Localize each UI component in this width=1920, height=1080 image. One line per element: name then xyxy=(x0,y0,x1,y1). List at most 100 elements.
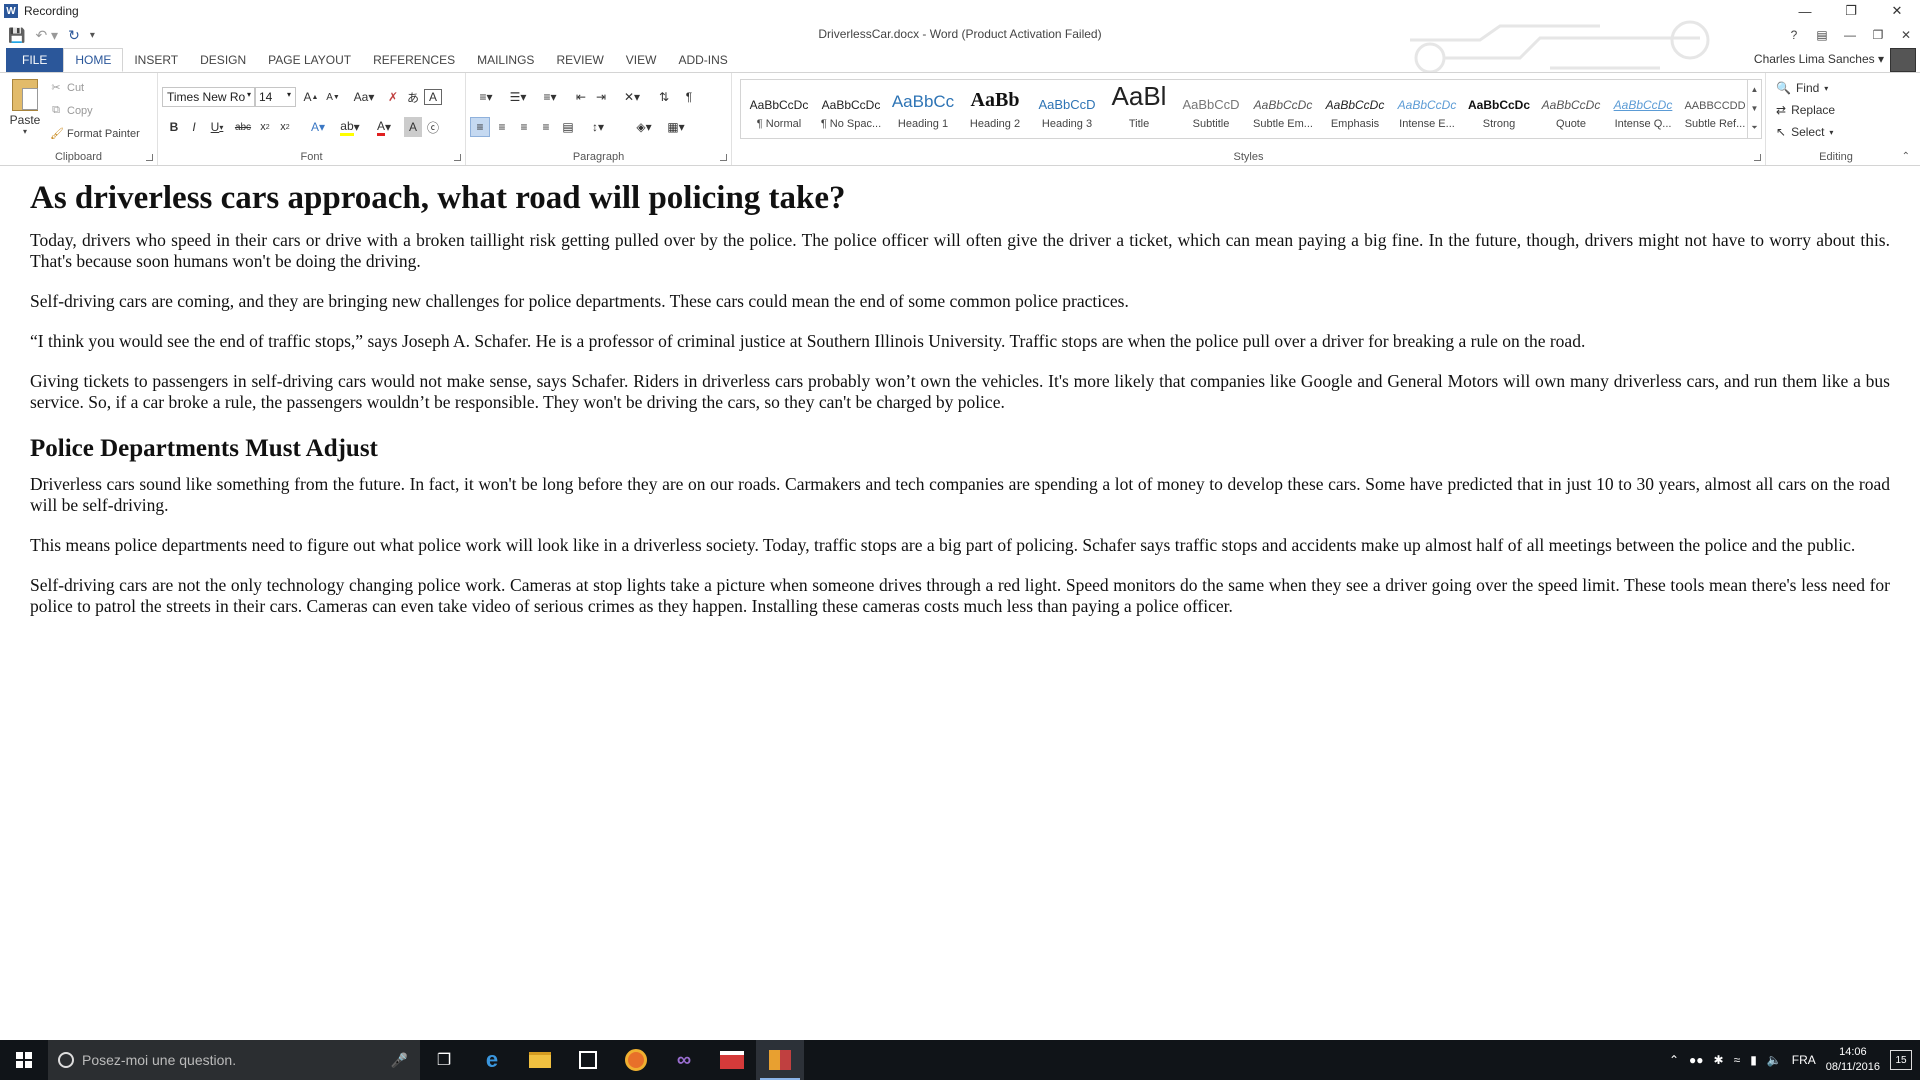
underline-icon[interactable]: U ▾ xyxy=(206,117,228,137)
align-left-icon[interactable]: ≡ xyxy=(470,117,490,137)
tab-add-ins[interactable]: ADD-INS xyxy=(667,48,738,72)
style-normal[interactable]: AaBbCcDc ¶ Normal xyxy=(743,80,815,138)
ribbon-display-options-icon[interactable]: ▤ xyxy=(1808,22,1836,48)
select-button[interactable]: ↖ Select ▾ xyxy=(1776,125,1833,139)
replace-button[interactable]: ⇄ Replace xyxy=(1776,103,1835,117)
action-center-button[interactable]: 15 xyxy=(1890,1050,1912,1070)
asian-layout-icon[interactable]: ✕▾ xyxy=(618,87,646,107)
style-subtle-emphasis[interactable]: AaBbCcDc Subtle Em... xyxy=(1247,80,1319,138)
task-view-button[interactable]: ❐ xyxy=(420,1040,468,1080)
people-icon[interactable]: ●● xyxy=(1689,1053,1704,1067)
gallery-more-icon[interactable]: ⏷ xyxy=(1751,123,1757,133)
cortana-search-box[interactable]: Posez-moi une question. 🎤 xyxy=(48,1040,420,1080)
increase-indent-icon[interactable]: ⇥ xyxy=(592,87,610,107)
minimize-icon[interactable]: — xyxy=(1782,0,1828,22)
style-strong[interactable]: AaBbCcDc Strong xyxy=(1463,80,1535,138)
visual-studio-button[interactable]: ∞ xyxy=(660,1040,708,1080)
borders-icon[interactable]: ▦▾ xyxy=(662,117,690,137)
clipboard-launcher-icon[interactable] xyxy=(146,154,153,161)
bold-icon[interactable]: B xyxy=(166,117,182,137)
style-heading-2[interactable]: AaBb Heading 2 xyxy=(959,80,1031,138)
phonetic-guide-icon[interactable]: あ xyxy=(404,87,422,107)
restore-icon[interactable]: ❐ xyxy=(1828,0,1874,22)
strikethrough-icon[interactable]: abc xyxy=(234,117,252,137)
character-border-icon[interactable]: A xyxy=(424,89,442,105)
paragraph-launcher-icon[interactable] xyxy=(720,154,727,161)
collapse-ribbon-icon[interactable]: ⌃ xyxy=(1902,151,1910,162)
decrease-indent-icon[interactable]: ⇤ xyxy=(572,87,590,107)
copy-button[interactable]: ⧉ Copy xyxy=(50,104,93,117)
enclose-characters-icon[interactable]: ⓒ xyxy=(424,117,442,137)
style-title[interactable]: AaBl Title xyxy=(1103,80,1175,138)
font-family-select[interactable]: Times New Ro ▾ xyxy=(162,87,256,107)
tab-page-layout[interactable]: PAGE LAYOUT xyxy=(257,48,362,72)
tab-insert[interactable]: INSERT xyxy=(123,48,189,72)
justify-icon[interactable]: ≡ xyxy=(536,117,556,137)
text-effects-icon[interactable]: A▾ xyxy=(304,117,332,137)
style-heading-3[interactable]: AaBbCcD Heading 3 xyxy=(1031,80,1103,138)
sort-icon[interactable]: ⇅ xyxy=(654,87,674,107)
format-painter-button[interactable]: 🖌 Format Painter xyxy=(50,127,140,141)
recorder-app-button[interactable] xyxy=(708,1040,756,1080)
tab-file[interactable]: FILE xyxy=(6,48,64,72)
tab-references[interactable]: REFERENCES xyxy=(362,48,466,72)
highlight-color-icon[interactable]: ab ▾ xyxy=(336,117,364,137)
recording-app-button[interactable] xyxy=(756,1040,804,1080)
edge-button[interactable]: e xyxy=(468,1040,516,1080)
start-button[interactable] xyxy=(0,1040,48,1080)
grow-font-icon[interactable]: A ▲ xyxy=(302,87,320,107)
document-body[interactable]: As driverless cars approach, what road w… xyxy=(30,176,1890,636)
bullets-icon[interactable]: ≡▾ xyxy=(472,87,500,107)
align-right-icon[interactable]: ≡ xyxy=(514,117,534,137)
language-indicator[interactable]: FRA xyxy=(1792,1053,1816,1067)
network-icon[interactable]: ✱ xyxy=(1714,1053,1724,1067)
style-gallery-scroll[interactable]: ▲ ▼ ⏷ xyxy=(1747,80,1761,138)
clock[interactable]: 14:06 08/11/2016 xyxy=(1826,1045,1880,1075)
avatar[interactable] xyxy=(1890,48,1916,72)
tab-view[interactable]: VIEW xyxy=(615,48,668,72)
change-case-icon[interactable]: Aa▾ xyxy=(350,87,378,107)
style-subtle-reference[interactable]: AABBCCDD Subtle Ref... xyxy=(1679,80,1751,138)
align-center-icon[interactable]: ≡ xyxy=(492,117,512,137)
shading-icon[interactable]: ◈▾ xyxy=(630,117,658,137)
font-launcher-icon[interactable] xyxy=(454,154,461,161)
italic-icon[interactable]: I xyxy=(186,117,202,137)
battery-icon[interactable]: ▮ xyxy=(1750,1053,1757,1067)
style-emphasis[interactable]: AaBbCcDc Emphasis xyxy=(1319,80,1391,138)
file-explorer-button[interactable] xyxy=(516,1040,564,1080)
font-size-select[interactable]: 14 ▾ xyxy=(254,87,296,107)
line-spacing-icon[interactable]: ↕▾ xyxy=(584,117,612,137)
style-quote[interactable]: AaBbCcDc Quote xyxy=(1535,80,1607,138)
gallery-down-icon[interactable]: ▼ xyxy=(1751,104,1759,113)
subscript-icon[interactable]: x2 xyxy=(256,117,274,137)
numbering-icon[interactable]: ☰▾ xyxy=(504,87,532,107)
character-shading-icon[interactable]: A xyxy=(404,117,422,137)
volume-icon[interactable]: 🔈 xyxy=(1767,1053,1782,1067)
show-formatting-marks-icon[interactable]: ¶ xyxy=(680,87,698,107)
paste-button[interactable]: Paste ▾ xyxy=(8,79,42,136)
word-restore-icon[interactable]: ❐ xyxy=(1864,22,1892,48)
close-icon[interactable]: ✕ xyxy=(1874,0,1920,22)
tab-home[interactable]: HOME xyxy=(63,48,124,72)
clear-formatting-icon[interactable]: ✗ xyxy=(384,87,402,107)
multilevel-list-icon[interactable]: ≡▾ xyxy=(536,87,564,107)
tab-design[interactable]: DESIGN xyxy=(189,48,257,72)
superscript-icon[interactable]: x2 xyxy=(276,117,294,137)
wifi-icon[interactable]: ≈ xyxy=(1734,1053,1741,1067)
style-heading-1[interactable]: AaBbCc Heading 1 xyxy=(887,80,959,138)
find-button[interactable]: 🔍 Find ▾ xyxy=(1776,81,1828,95)
word-close-icon[interactable]: ✕ xyxy=(1892,22,1920,48)
tab-review[interactable]: REVIEW xyxy=(545,48,614,72)
styles-launcher-icon[interactable] xyxy=(1754,154,1761,161)
user-account[interactable]: Charles Lima Sanches ▾ xyxy=(1754,52,1884,66)
font-color-icon[interactable]: A ▾ xyxy=(370,117,398,137)
style-subtitle[interactable]: AaBbCcD Subtitle xyxy=(1175,80,1247,138)
cut-button[interactable]: ✂ Cut xyxy=(50,81,84,95)
gallery-up-icon[interactable]: ▲ xyxy=(1751,85,1759,94)
style-intense-quote[interactable]: AaBbCcDc Intense Q... xyxy=(1607,80,1679,138)
store-button[interactable] xyxy=(564,1040,612,1080)
distributed-icon[interactable]: ▤ xyxy=(558,117,578,137)
style-no-spacing[interactable]: AaBbCcDc ¶ No Spac... xyxy=(815,80,887,138)
firefox-button[interactable] xyxy=(612,1040,660,1080)
style-intense-emphasis[interactable]: AaBbCcDc Intense E... xyxy=(1391,80,1463,138)
